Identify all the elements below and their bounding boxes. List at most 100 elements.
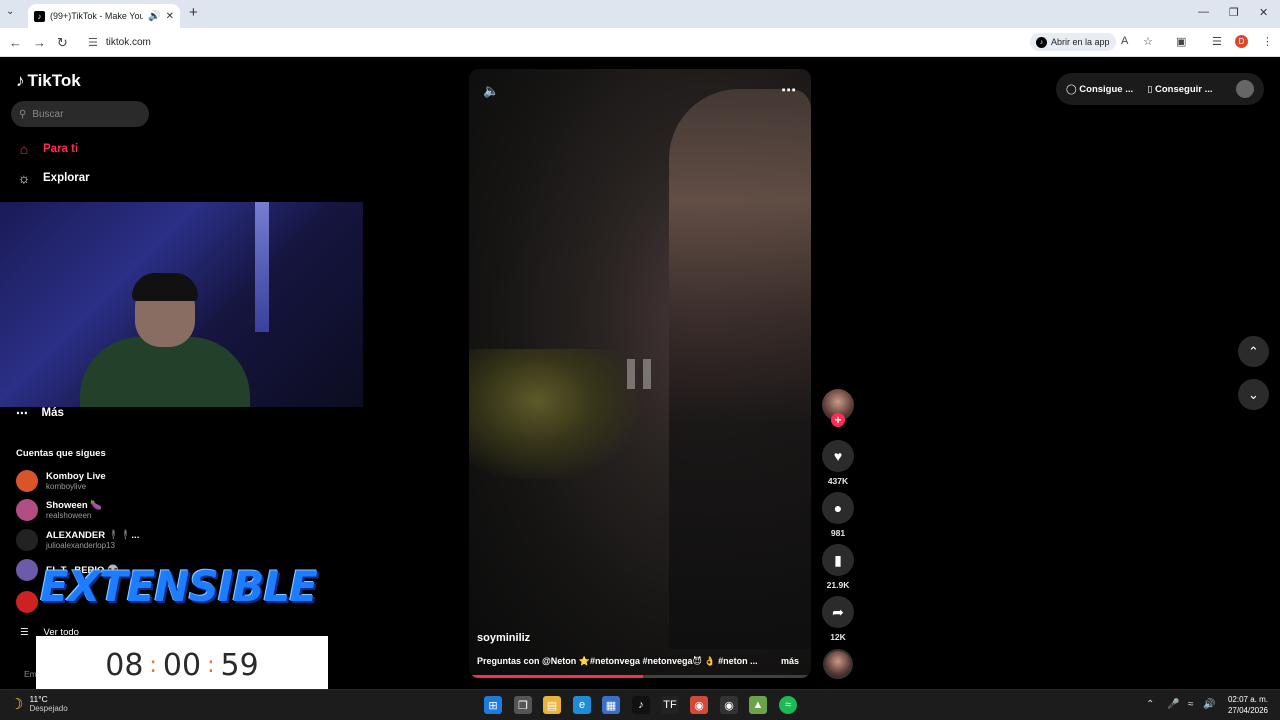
video-description: Preguntas con @Neton ⭐#netonvega #netonv…: [477, 656, 799, 667]
timer-separator: :: [207, 653, 215, 678]
browser-tab[interactable]: ♪ (99+)TikTok - Make Your Day 🔊 ✕: [28, 4, 180, 28]
clock-time: 02:07 a. m.: [1227, 695, 1268, 704]
nav-more[interactable]: ⋯ Más: [16, 406, 64, 420]
url-text: tiktok.com: [105, 36, 151, 48]
back-icon[interactable]: ←: [9, 35, 22, 50]
avatar: [16, 591, 38, 613]
see-more-link[interactable]: más: [781, 656, 799, 667]
following-handle: julioalexanderlop13: [46, 541, 115, 550]
video-subject: [669, 89, 811, 649]
get-app-label: Conseguir ...: [1155, 83, 1213, 95]
system-clock[interactable]: 02:07 a. m. 27/04/2026: [1222, 694, 1268, 716]
tab-search-icon[interactable]: ⌄: [6, 6, 14, 17]
avatar: [16, 470, 38, 492]
streamer-figure: [80, 273, 250, 407]
timer-minutes: 00: [162, 648, 202, 683]
like-button[interactable]: ♥: [822, 440, 854, 472]
countdown-timer: 08 : 00 : 59: [36, 636, 328, 695]
streamer-hair: [132, 273, 198, 301]
get-coins-label: Consigue ...: [1079, 83, 1134, 95]
new-tab-button[interactable]: +: [189, 4, 198, 21]
file-explorer-icon[interactable]: ▤: [543, 696, 561, 714]
company-link[interactable]: Em: [24, 669, 37, 679]
following-item[interactable]: [16, 591, 38, 613]
browser-menu-icon[interactable]: ⋮: [1262, 35, 1273, 48]
translate-icon[interactable]: Α: [1121, 35, 1128, 47]
url-field[interactable]: ☰ tiktok.com: [78, 31, 1030, 53]
extensible-overlay-text: EXTENSIBLE: [40, 562, 318, 611]
following-item[interactable]: Shoween 🍆 realshoween: [16, 499, 102, 521]
minimize-icon[interactable]: —: [1198, 6, 1209, 18]
tiktok-logo[interactable]: ♪ TikTok: [16, 71, 81, 91]
weather-condition: Despejado: [29, 704, 68, 713]
following-item[interactable]: ALEXANDER 🕴️🕴️... julioalexanderlop13: [16, 529, 139, 551]
get-app-button[interactable]: ▯ Conseguir ...: [1147, 84, 1212, 95]
video-progress-bar[interactable]: [469, 675, 811, 678]
next-video-button[interactable]: ⌄: [1238, 379, 1269, 410]
bookmark-star-icon[interactable]: ☆: [1143, 35, 1153, 48]
search-input[interactable]: [32, 108, 133, 120]
forward-icon[interactable]: →: [33, 35, 46, 50]
video-scene-light: [469, 349, 639, 479]
edge-icon[interactable]: e: [573, 696, 591, 714]
follow-plus-icon[interactable]: +: [831, 413, 845, 427]
nav-for-you-label: Para ti: [43, 143, 79, 155]
pause-icon[interactable]: [627, 359, 651, 389]
obs-icon[interactable]: ◉: [720, 696, 738, 714]
search-box[interactable]: ⚲: [11, 101, 149, 127]
profile-avatar[interactable]: D: [1235, 35, 1248, 48]
tiktok-app-icon[interactable]: ♪: [632, 696, 650, 714]
close-window-icon[interactable]: ✕: [1259, 6, 1268, 19]
comment-button[interactable]: ●: [822, 492, 854, 524]
moon-icon: ☽: [10, 695, 24, 713]
video-username[interactable]: soyminiliz: [477, 632, 530, 644]
open-in-app-button[interactable]: ♪ Abrir en la app: [1030, 33, 1116, 51]
close-tab-icon[interactable]: ✕: [166, 11, 174, 22]
avatar: [16, 529, 38, 551]
microphone-icon[interactable]: 🎤: [1167, 699, 1179, 710]
user-avatar[interactable]: [1236, 80, 1254, 98]
browser-tab-bar: ⌄ ♪ (99+)TikTok - Make Your Day 🔊 ✕ + — …: [0, 0, 1280, 28]
share-button[interactable]: ➦: [822, 596, 854, 628]
save-button[interactable]: ▮: [822, 544, 854, 576]
tab-title: (99+)TikTok - Make Your Day: [50, 11, 144, 21]
speaker-icon[interactable]: 🔊: [148, 11, 160, 22]
start-icon[interactable]: ⊞: [484, 696, 502, 714]
tray-chevron-icon[interactable]: ⌃: [1146, 699, 1154, 710]
bookmark-icon: ▮: [834, 551, 842, 568]
weather-widget[interactable]: ☽ 11°C Despejado: [10, 694, 68, 713]
task-view-icon[interactable]: ❐: [514, 696, 532, 714]
spotify-icon[interactable]: ≈: [779, 696, 797, 714]
nav-for-you[interactable]: ⌂ Para ti: [16, 141, 78, 157]
home-icon: ⌂: [19, 141, 29, 157]
media-control-icon[interactable]: ☰: [1212, 35, 1222, 48]
save-count: 21.9K: [826, 580, 850, 590]
site-info-icon[interactable]: ☰: [88, 36, 98, 49]
chrome-icon[interactable]: ◉: [690, 696, 708, 714]
tiktok-page: ♪ TikTok ⚲ ⌂ Para ti ☼ Explorar ⋯ Más Cu…: [0, 57, 1280, 695]
following-item[interactable]: Komboy Live komboylive: [16, 470, 106, 492]
timer-seconds: 59: [220, 648, 259, 683]
wifi-icon[interactable]: ≈: [1188, 699, 1194, 710]
heart-icon: ♥: [833, 448, 843, 464]
extensions-icon[interactable]: ▣: [1176, 35, 1186, 48]
windows-taskbar: ☽ 11°C Despejado ⊞ ❐ ▤ e ▦ ♪ TF ◉ ◉ ▲ ≈ …: [0, 689, 1280, 720]
sound-disc-icon[interactable]: [823, 649, 853, 679]
bluestacks-icon[interactable]: ▲: [749, 696, 767, 714]
open-in-app-label: Abrir en la app: [1051, 37, 1110, 47]
get-coins-button[interactable]: ◯ Consigue ...: [1066, 84, 1133, 95]
restore-icon[interactable]: ❐: [1229, 6, 1239, 19]
timer-hours: 08: [105, 648, 144, 683]
store-icon[interactable]: ▦: [602, 696, 620, 714]
more-options-icon[interactable]: ⋯: [781, 81, 797, 99]
temperature: 11°C: [29, 694, 48, 704]
reload-icon[interactable]: ↻: [57, 35, 68, 51]
nav-explore[interactable]: ☼ Explorar: [16, 170, 90, 186]
tf-app-icon[interactable]: TF: [661, 696, 679, 714]
video-player[interactable]: 🔈 ⋯ soyminiliz Preguntas con @Neton ⭐#ne…: [469, 69, 811, 678]
previous-video-button[interactable]: ⌃: [1238, 336, 1269, 367]
volume-icon[interactable]: 🔈: [483, 83, 499, 99]
webcam-overlay: [0, 202, 363, 407]
volume-tray-icon[interactable]: 🔊: [1203, 699, 1215, 710]
video-caption: Preguntas con @Neton ⭐#netonvega #netonv…: [477, 656, 758, 666]
